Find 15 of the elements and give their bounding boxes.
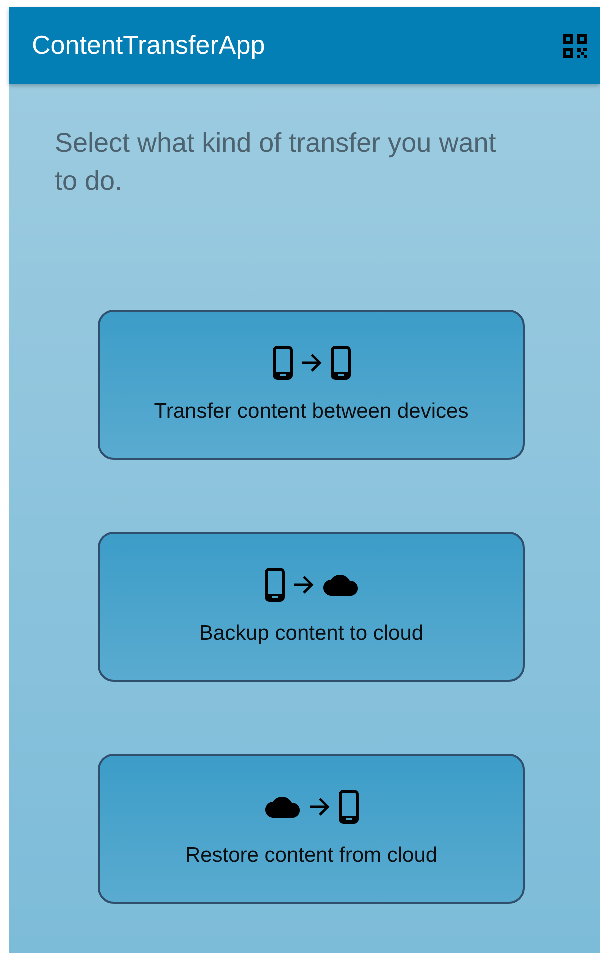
arrow-icon	[308, 797, 330, 817]
arrow-icon	[300, 353, 322, 373]
phone-icon	[330, 346, 350, 380]
phone-icon	[338, 790, 358, 824]
cloud-icon	[264, 796, 300, 818]
phone-icon	[264, 568, 284, 602]
phone-icon	[272, 346, 292, 380]
app-title: ContentTransferApp	[32, 30, 266, 61]
instruction-text: Select what kind of transfer you want to do.	[55, 127, 498, 198]
transfer-option-button[interactable]: Restore content from cloud	[98, 754, 525, 904]
arrow-icon	[292, 575, 314, 595]
cloud-icon	[322, 574, 358, 596]
transfer-option-button[interactable]: Backup content to cloud	[98, 532, 525, 682]
transfer-option-button[interactable]: Transfer content between devices	[98, 310, 525, 460]
qr-code-icon[interactable]	[562, 32, 588, 58]
